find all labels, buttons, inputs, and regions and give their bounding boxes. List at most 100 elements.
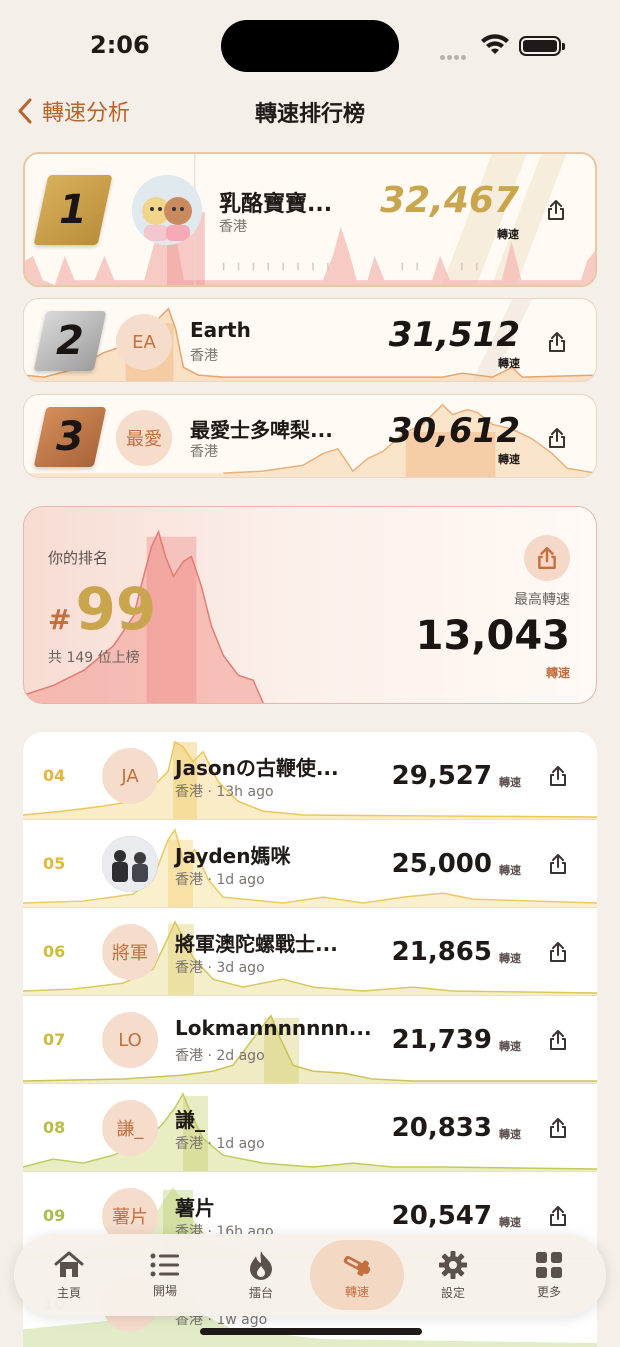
player-region: 香港 — [175, 784, 203, 800]
avatar: LO — [102, 1012, 158, 1068]
score-unit: 轉速 — [499, 1040, 521, 1053]
status-bar: 2:06 — [0, 0, 620, 90]
share-icon — [550, 1118, 566, 1138]
share-icon — [549, 428, 565, 448]
share-button[interactable] — [545, 330, 569, 354]
tab-bar: 主頁 開場 擂台 轉速 設定 更多 — [14, 1234, 606, 1316]
share-button[interactable] — [544, 198, 568, 222]
player-name: 乳酪寶寶... — [219, 192, 333, 217]
rank-number: 08 — [43, 1118, 66, 1137]
tab-label: 開場 — [152, 1283, 177, 1298]
last-active: 13h ago — [216, 784, 274, 800]
total-ranked: 共 149 位上榜 — [48, 650, 140, 666]
share-button[interactable] — [546, 1116, 570, 1140]
rank-badge-silver: 2 — [33, 311, 107, 371]
share-button[interactable] — [524, 535, 570, 581]
home-indicator — [200, 1328, 422, 1335]
tab-home[interactable]: 主頁 — [22, 1240, 116, 1310]
share-button[interactable] — [546, 1204, 570, 1228]
best-speed-value: 13,043 — [415, 613, 570, 659]
share-icon — [550, 1030, 566, 1050]
player-score: 31,512 — [388, 315, 520, 355]
my-rank-value: # 99 — [48, 575, 156, 643]
player-name: 最愛士多啤梨... — [190, 418, 333, 442]
last-active: 3d ago — [216, 960, 265, 976]
dynamic-island — [221, 20, 399, 72]
share-button[interactable] — [546, 940, 570, 964]
share-button[interactable] — [546, 852, 570, 876]
player-region: 香港 — [175, 1048, 203, 1064]
player-region: 香港 — [190, 348, 218, 364]
tab-label: 轉速 — [344, 1284, 369, 1299]
share-icon — [550, 1206, 566, 1226]
best-speed-unit: 轉速 — [545, 666, 570, 680]
list-item[interactable]: 07 LO Lokmannnnnnn... 香港 · 2d ago 21,739… — [23, 996, 597, 1084]
flame-icon — [250, 1250, 272, 1280]
last-active: 2d ago — [216, 1048, 265, 1064]
share-icon — [550, 854, 566, 874]
share-icon — [550, 942, 566, 962]
player-score: 20,833 — [391, 1113, 492, 1143]
list-item[interactable]: 05 Jayden媽咪 香港 · 1d ago 25,000 轉速 — [23, 820, 597, 908]
list-item[interactable]: 04 JA Jasonの古鞭使... 香港 · 13h ago 29,527 轉… — [23, 732, 597, 820]
player-region: 香港 — [175, 1136, 203, 1152]
user-photo — [102, 836, 158, 892]
player-region: 香港 — [190, 444, 218, 460]
score-unit: 轉速 — [497, 228, 519, 241]
grid-icon — [536, 1251, 562, 1278]
page-title: 轉速排行榜 — [254, 102, 365, 127]
score-unit: 轉速 — [498, 453, 520, 466]
tab-speed[interactable]: 轉速 — [310, 1240, 404, 1310]
player-name: 謙_ — [175, 1108, 205, 1132]
my-rank-label: 你的排名 — [48, 549, 109, 567]
share-icon — [548, 200, 564, 220]
share-icon — [549, 332, 565, 352]
house-icon — [54, 1251, 84, 1277]
best-speed-label: 最高轉速 — [514, 592, 570, 608]
avatar: 最愛 — [116, 410, 172, 466]
podium-card-third[interactable]: 3 最愛 最愛士多啤梨... 香港 30,612 轉速 — [23, 394, 597, 478]
score-unit: 轉速 — [498, 357, 520, 370]
player-name: Earth — [190, 318, 251, 342]
player-score: 21,865 — [391, 937, 492, 967]
rank-number: 06 — [43, 942, 66, 961]
rank-number: 07 — [43, 1030, 66, 1049]
signal-icon — [440, 45, 472, 60]
status-time: 2:06 — [90, 31, 150, 59]
player-score: 32,467 — [380, 180, 519, 221]
tab-label: 擂台 — [248, 1285, 273, 1300]
rank-number: 99 — [75, 575, 157, 643]
avatar: 謙_ — [102, 1100, 158, 1156]
rank-hash: # — [48, 603, 72, 636]
last-active: 1d ago — [216, 1136, 265, 1152]
rank-number: 05 — [43, 854, 66, 873]
tab-more[interactable]: 更多 — [502, 1240, 596, 1310]
launcher-icon — [343, 1255, 371, 1276]
tab-settings[interactable]: 設定 — [406, 1240, 500, 1310]
share-icon — [550, 766, 566, 786]
rank-number: 04 — [43, 766, 66, 785]
player-meta: 香港 · 2d ago — [175, 1048, 265, 1064]
list-item[interactable]: 08 謙_ 謙_ 香港 · 1d ago 20,833 轉速 — [23, 1084, 597, 1172]
score-unit: 轉速 — [499, 952, 521, 965]
player-name: Jasonの古鞭使... — [175, 756, 339, 780]
tab-arena[interactable]: 擂台 — [214, 1240, 308, 1310]
rank-number: 09 — [43, 1206, 66, 1225]
player-name: Lokmannnnnnn... — [175, 1016, 372, 1040]
player-score: 29,527 — [391, 761, 492, 791]
tab-label: 設定 — [440, 1285, 465, 1300]
player-meta: 香港 · 1d ago — [175, 1136, 265, 1152]
player-meta: 香港 · 1d ago — [175, 872, 265, 888]
list-item[interactable]: 06 將軍 將軍澳陀螺戰士... 香港 · 3d ago 21,865 轉速 — [23, 908, 597, 996]
share-button[interactable] — [546, 764, 570, 788]
tab-label: 更多 — [536, 1284, 561, 1299]
score-unit: 轉速 — [499, 1128, 521, 1141]
avatar: EA — [116, 314, 172, 370]
tab-open[interactable]: 開場 — [118, 1240, 212, 1310]
podium-card-second[interactable]: 2 EA Earth 香港 31,512 轉速 — [23, 298, 597, 382]
podium-card-first[interactable]: 1 乳酪寶寶... 香港 32,467 轉速 — [23, 152, 597, 287]
share-button[interactable] — [546, 1028, 570, 1052]
player-region: 香港 — [175, 872, 203, 888]
share-button[interactable] — [545, 426, 569, 450]
list-icon — [150, 1253, 179, 1276]
